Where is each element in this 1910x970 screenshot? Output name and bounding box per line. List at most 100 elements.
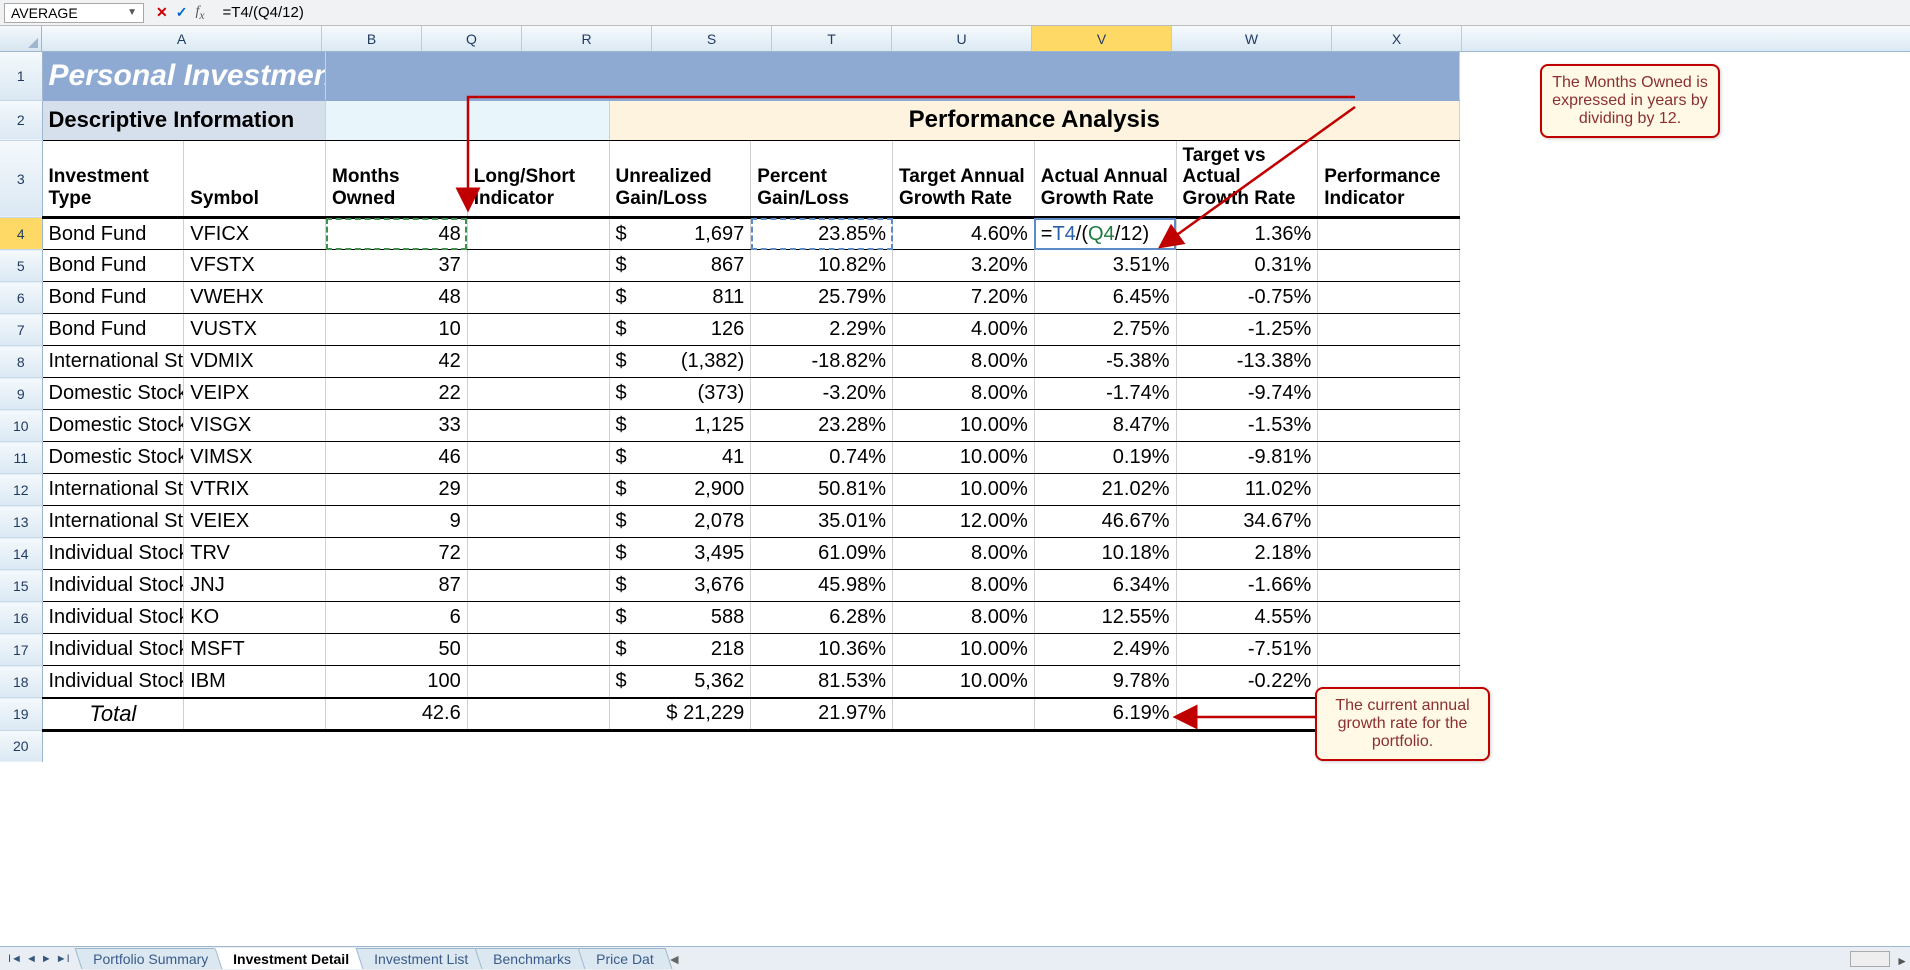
cell-target[interactable]: 4.00% <box>893 314 1035 346</box>
cell-long-short[interactable] <box>467 282 609 314</box>
cell-long-short[interactable] <box>467 442 609 474</box>
cell-gainloss[interactable]: $(373) <box>609 378 751 410</box>
cell-tva[interactable]: -1.66% <box>1176 570 1318 602</box>
worksheet-grid[interactable]: 1 Personal Investment 2 Descriptive Info… <box>0 52 1910 946</box>
cell-indicator[interactable] <box>1318 410 1460 442</box>
hdr-perf-indicator[interactable]: Performance Indicator <box>1318 140 1460 218</box>
cell-months[interactable]: 22 <box>326 378 468 410</box>
cell-actual[interactable]: 46.67% <box>1034 506 1176 538</box>
cell-tva[interactable]: 2.18% <box>1176 538 1318 570</box>
cell-long-short[interactable] <box>467 378 609 410</box>
cell-actual-editing[interactable]: =T4/(Q4/12) <box>1034 218 1176 250</box>
sheet-tab[interactable]: Investment Detail <box>214 948 367 969</box>
row-header[interactable]: 15 <box>0 570 42 602</box>
cell-gainloss[interactable]: $218 <box>609 634 751 666</box>
cell-long-short[interactable] <box>467 538 609 570</box>
title-cell[interactable]: Personal Investment <box>42 52 326 100</box>
name-box[interactable]: AVERAGE ▼ <box>4 3 144 23</box>
horizontal-scrollbar[interactable] <box>1850 951 1890 967</box>
col-header-Q[interactable]: Q <box>422 26 522 51</box>
title-fill[interactable] <box>326 52 1460 100</box>
cell-gainloss[interactable]: $5,362 <box>609 666 751 698</box>
cell-long-short[interactable] <box>467 634 609 666</box>
cell-symbol[interactable]: TRV <box>184 538 326 570</box>
cell-indicator[interactable] <box>1318 250 1460 282</box>
cell-long-short[interactable] <box>467 250 609 282</box>
col-header-A[interactable]: A <box>42 26 322 51</box>
col-header-X[interactable]: X <box>1332 26 1462 51</box>
cell-months[interactable]: 50 <box>326 634 468 666</box>
row-header-1[interactable]: 1 <box>0 52 42 100</box>
total-tva[interactable] <box>1176 698 1318 731</box>
cell-percent[interactable]: 6.28% <box>751 602 893 634</box>
cell-type[interactable]: International Stock Fund <box>42 346 184 378</box>
cell-type[interactable]: Bond Fund <box>42 250 184 282</box>
cell-type[interactable]: Individual Stock <box>42 602 184 634</box>
cell-actual[interactable]: 9.78% <box>1034 666 1176 698</box>
cell-tva[interactable]: -13.38% <box>1176 346 1318 378</box>
total-gl[interactable]: $ 21,229 <box>609 698 751 731</box>
cell-type[interactable]: Individual Stock <box>42 570 184 602</box>
cell-long-short[interactable] <box>467 506 609 538</box>
hdr-investment-type[interactable]: Investment Type <box>42 140 184 218</box>
cell-symbol[interactable]: KO <box>184 602 326 634</box>
cell-gainloss[interactable]: $1,697 <box>609 218 751 250</box>
cell-gainloss[interactable]: $3,676 <box>609 570 751 602</box>
cell-type[interactable]: Individual Stock <box>42 634 184 666</box>
cell-actual[interactable]: -1.74% <box>1034 378 1176 410</box>
col-header-W[interactable]: W <box>1172 26 1332 51</box>
cell-indicator[interactable] <box>1318 474 1460 506</box>
col-header-T[interactable]: T <box>772 26 892 51</box>
cell-months[interactable]: 87 <box>326 570 468 602</box>
cell-indicator[interactable] <box>1318 282 1460 314</box>
cell-indicator[interactable] <box>1318 314 1460 346</box>
cell-gainloss[interactable]: $126 <box>609 314 751 346</box>
cell-symbol[interactable]: VIMSX <box>184 442 326 474</box>
cell-percent[interactable]: 23.28% <box>751 410 893 442</box>
cell-months[interactable]: 48 <box>326 282 468 314</box>
hdr-long-short[interactable]: Long/Short Indicator <box>467 140 609 218</box>
cell-symbol[interactable]: MSFT <box>184 634 326 666</box>
total-pct[interactable]: 21.97% <box>751 698 893 731</box>
row-header[interactable]: 13 <box>0 506 42 538</box>
section-blank[interactable] <box>326 100 610 140</box>
cell-tva[interactable]: -9.81% <box>1176 442 1318 474</box>
cell-months[interactable]: 33 <box>326 410 468 442</box>
sheet-tab[interactable]: Investment List <box>355 948 486 969</box>
cell-tva[interactable]: 4.55% <box>1176 602 1318 634</box>
row-header-19[interactable]: 19 <box>0 698 42 731</box>
formula-cancel-icon[interactable]: ✕ <box>156 4 168 22</box>
cell-target[interactable]: 8.00% <box>893 602 1035 634</box>
cell-tva[interactable]: 11.02% <box>1176 474 1318 506</box>
row-header[interactable]: 18 <box>0 666 42 698</box>
row-header-3[interactable]: 3 <box>0 140 42 218</box>
cell-indicator[interactable] <box>1318 506 1460 538</box>
cell-target[interactable]: 8.00% <box>893 346 1035 378</box>
row-header-20[interactable]: 20 <box>0 730 42 762</box>
cell-target[interactable]: 3.20% <box>893 250 1035 282</box>
cell-target[interactable]: 12.00% <box>893 506 1035 538</box>
cell-percent[interactable]: 45.98% <box>751 570 893 602</box>
tab-nav-first-icon[interactable]: I◄ <box>8 953 22 965</box>
cell-symbol[interactable]: VFICX <box>184 218 326 250</box>
cell-tva[interactable]: -9.74% <box>1176 378 1318 410</box>
row-header[interactable]: 7 <box>0 314 42 346</box>
cell-target[interactable]: 4.60% <box>893 218 1035 250</box>
total-months[interactable]: 42.6 <box>326 698 468 731</box>
cell-actual[interactable]: 21.02% <box>1034 474 1176 506</box>
cell-months[interactable]: 42 <box>326 346 468 378</box>
cell-target[interactable]: 10.00% <box>893 410 1035 442</box>
cell-target[interactable]: 8.00% <box>893 378 1035 410</box>
cell-actual[interactable]: 6.45% <box>1034 282 1176 314</box>
cell-target[interactable]: 10.00% <box>893 474 1035 506</box>
cell-symbol[interactable]: VEIPX <box>184 378 326 410</box>
total-symbol[interactable] <box>184 698 326 731</box>
cell-tva[interactable]: 0.31% <box>1176 250 1318 282</box>
cell-months[interactable]: 100 <box>326 666 468 698</box>
cell-symbol[interactable]: VISGX <box>184 410 326 442</box>
cell-gainloss[interactable]: $811 <box>609 282 751 314</box>
formula-accept-icon[interactable]: ✓ <box>176 4 188 22</box>
sheet-tab[interactable]: Benchmarks <box>475 948 590 969</box>
select-all-button[interactable] <box>0 26 42 51</box>
total-r[interactable] <box>467 698 609 731</box>
